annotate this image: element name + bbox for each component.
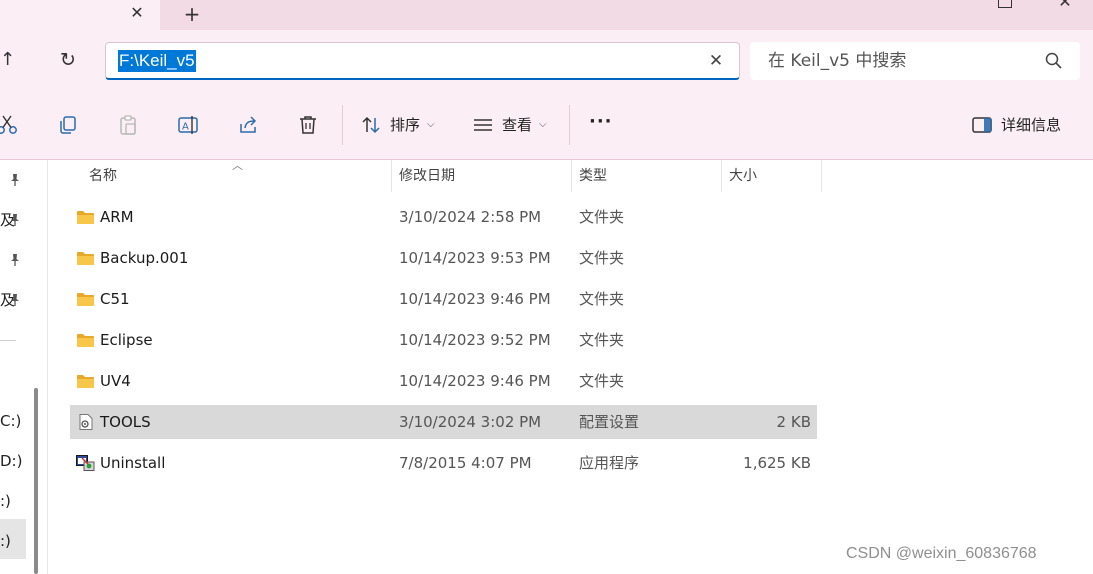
file-type: 文件夹	[579, 331, 625, 349]
file-name[interactable]: Uninstall	[78, 446, 165, 480]
rename-icon[interactable]: A	[177, 114, 199, 136]
file-name[interactable]: C51	[78, 282, 130, 316]
file-type: 文件夹	[579, 249, 625, 267]
nav-drive-d[interactable]: D:)	[0, 452, 22, 470]
file-type: 配置设置	[579, 413, 640, 431]
sort-button[interactable]: 排序	[390, 116, 420, 134]
address-row: ↑ ↻ F:\Keil_v5 ✕ 在 Keil_v5 中搜索	[0, 30, 1093, 92]
address-bar[interactable]: F:\Keil_v5 ✕	[105, 42, 740, 80]
navigation-pane: 及 及 C:) D:) :) :)	[0, 160, 48, 574]
search-icon[interactable]	[1044, 51, 1064, 71]
close-tab-icon[interactable]: ✕	[126, 3, 148, 23]
pin-icon[interactable]	[8, 293, 22, 307]
window-close-icon[interactable]: ✕	[1055, 0, 1075, 10]
column-divider[interactable]	[391, 160, 392, 192]
file-name[interactable]: TOOLS	[78, 405, 151, 439]
details-pane-icon[interactable]	[971, 114, 993, 136]
file-type: 文件夹	[579, 290, 625, 308]
file-date: 7/8/2015 4:07 PM	[399, 454, 532, 472]
delete-icon[interactable]	[297, 114, 319, 136]
pin-icon[interactable]	[8, 213, 22, 227]
sort-icon[interactable]	[360, 114, 382, 136]
copy-icon[interactable]	[57, 114, 79, 136]
nav-drive-selected[interactable]: :)	[0, 532, 11, 550]
toolbar-divider	[342, 105, 343, 145]
command-bar: A 排序 ⌵ 查看 ⌵ ··· 详细信息	[0, 92, 1093, 160]
file-date: 3/10/2024 3:02 PM	[399, 413, 542, 431]
file-type: 应用程序	[579, 454, 640, 472]
share-icon[interactable]	[237, 114, 259, 136]
file-date: 10/14/2023 9:53 PM	[399, 249, 551, 267]
search-input[interactable]: 在 Keil_v5 中搜索	[750, 42, 1080, 80]
file-row[interactable]: Backup.001 10/14/2023 9:53 PM 文件夹	[70, 241, 817, 275]
view-icon[interactable]	[472, 114, 494, 136]
cut-icon[interactable]	[0, 114, 18, 136]
pin-icon[interactable]	[8, 173, 22, 187]
refresh-icon[interactable]: ↻	[56, 48, 80, 72]
maximize-icon[interactable]	[998, 0, 1012, 8]
file-name[interactable]: ARM	[78, 200, 134, 234]
column-header-type[interactable]: 类型	[579, 160, 607, 192]
nav-drive-c[interactable]: C:)	[0, 412, 21, 430]
file-size: 2 KB	[776, 413, 811, 431]
toolbar-divider	[569, 105, 570, 145]
file-list: ︿ 名称 修改日期 类型 大小 ARM 3/10/2024 2:58 PM 文件夹 B…	[48, 159, 1093, 574]
column-divider[interactable]	[821, 160, 822, 192]
column-header-date[interactable]: 修改日期	[399, 160, 455, 192]
column-divider[interactable]	[571, 160, 572, 192]
new-tab-icon[interactable]: +	[180, 3, 204, 25]
file-row[interactable]: Uninstall 7/8/2015 4:07 PM 应用程序 1,625 KB	[70, 446, 817, 480]
file-row[interactable]: ARM 3/10/2024 2:58 PM 文件夹	[70, 200, 817, 234]
tab-strip: ✕ + ✕	[0, 0, 1093, 30]
column-header-size[interactable]: 大小	[729, 160, 757, 192]
watermark: CSDN @weixin_60836768	[846, 545, 1037, 562]
file-type: 文件夹	[579, 208, 625, 226]
view-chevron-down-icon[interactable]: ⌵	[539, 116, 547, 134]
file-row[interactable]: Eclipse 10/14/2023 9:52 PM 文件夹	[70, 323, 817, 357]
file-row[interactable]: C51 10/14/2023 9:46 PM 文件夹	[70, 282, 817, 316]
file-name[interactable]: UV4	[78, 364, 131, 398]
file-row[interactable]: TOOLS 3/10/2024 3:02 PM 配置设置 2 KB	[70, 405, 817, 439]
address-path[interactable]: F:\Keil_v5	[118, 50, 196, 72]
file-name[interactable]: Backup.001	[78, 241, 188, 275]
nav-scrollbar[interactable]	[34, 388, 38, 574]
file-size: 1,625 KB	[743, 454, 811, 472]
nav-drive[interactable]: :)	[0, 492, 11, 510]
sort-chevron-down-icon[interactable]: ⌵	[427, 116, 435, 134]
view-button[interactable]: 查看	[502, 116, 532, 134]
nav-divider	[0, 340, 16, 341]
current-tab[interactable]: ✕	[0, 0, 160, 30]
sort-ascending-icon: ︿	[232, 159, 243, 172]
file-type: 文件夹	[579, 372, 625, 390]
file-date: 3/10/2024 2:58 PM	[399, 208, 542, 226]
clear-address-icon[interactable]: ✕	[706, 51, 726, 71]
column-header-name[interactable]: 名称	[89, 160, 117, 192]
file-date: 10/14/2023 9:46 PM	[399, 372, 551, 390]
search-placeholder: 在 Keil_v5 中搜索	[768, 51, 907, 71]
file-name[interactable]: Eclipse	[78, 323, 153, 357]
pin-icon[interactable]	[8, 253, 22, 267]
paste-icon[interactable]	[117, 114, 139, 136]
details-button[interactable]: 详细信息	[1001, 116, 1061, 134]
file-date: 10/14/2023 9:52 PM	[399, 331, 551, 349]
more-options-button[interactable]: ···	[589, 113, 613, 131]
svg-text:A: A	[182, 122, 189, 133]
file-row[interactable]: UV4 10/14/2023 9:46 PM 文件夹	[70, 364, 817, 398]
up-arrow-icon[interactable]: ↑	[0, 48, 20, 72]
column-divider[interactable]	[721, 160, 722, 192]
file-date: 10/14/2023 9:46 PM	[399, 290, 551, 308]
